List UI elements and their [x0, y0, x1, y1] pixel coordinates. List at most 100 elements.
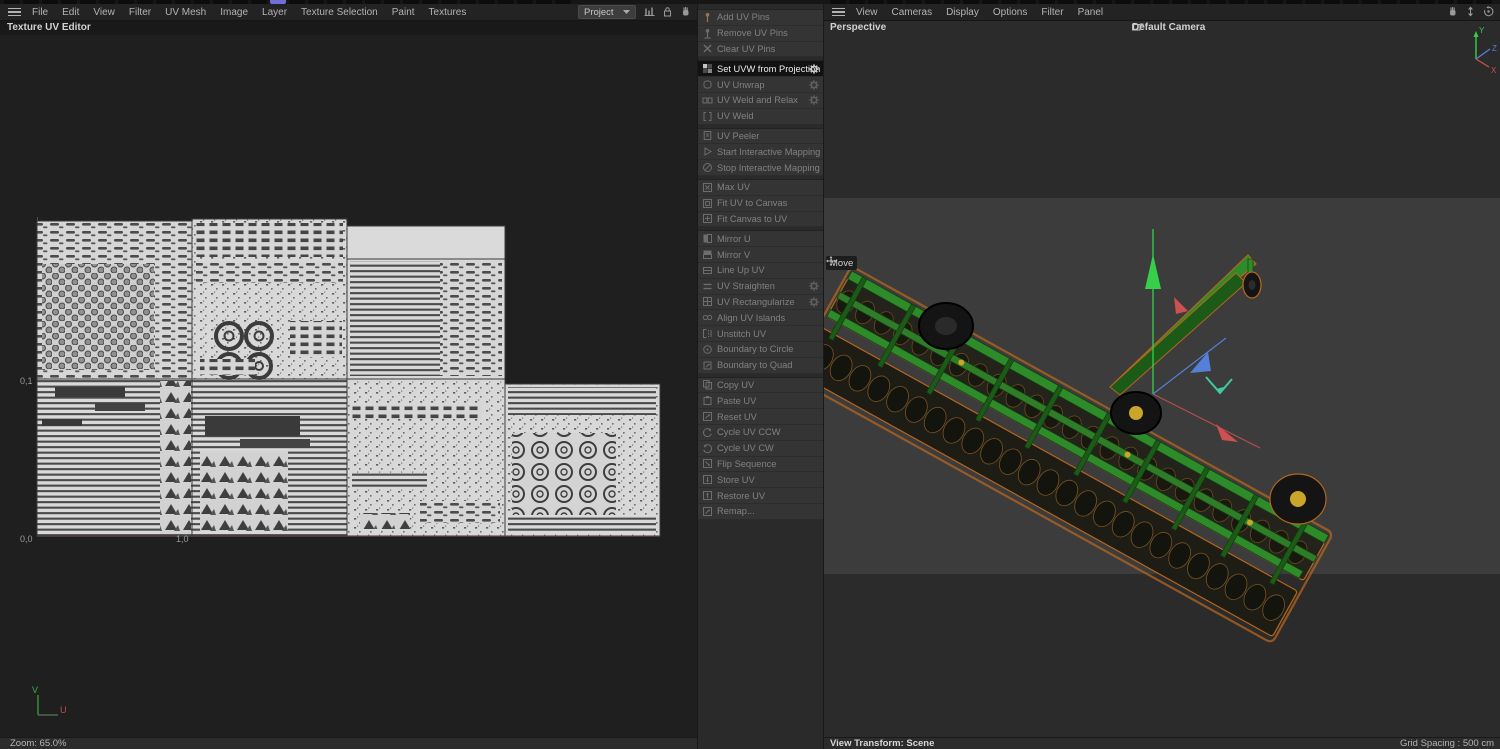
- tool-reset-uv[interactable]: Reset UV: [698, 409, 823, 425]
- tool-add-uv-pins[interactable]: Add UV Pins: [698, 10, 823, 26]
- gear-icon[interactable]: [809, 297, 819, 309]
- texture-uv-editor-pane: Texture UV Editor 0,1 0,0 1,0 V U: [0, 21, 697, 737]
- tool-fit-uv-to-canvas[interactable]: Fit UV to Canvas: [698, 195, 823, 212]
- orbit-icon[interactable]: [1481, 5, 1496, 18]
- cycle-cw-icon: [702, 443, 717, 454]
- tool-label: Boundary to Quad: [717, 360, 793, 371]
- tool-fit-canvas-to-uv[interactable]: Fit Canvas to UV: [698, 211, 823, 228]
- camera-swap-icon: [1132, 23, 1144, 31]
- tool-copy-uv[interactable]: Copy UV: [698, 377, 823, 394]
- tool-label: Mirror V: [717, 249, 751, 260]
- tool-label: UV Weld and Relax: [717, 95, 798, 106]
- tool-label: UV Straighten: [717, 281, 775, 292]
- cycle-ccw-icon: [702, 427, 717, 438]
- tool-uv-straighten[interactable]: UV Straighten: [698, 278, 823, 295]
- tool-label: Fit UV to Canvas: [717, 198, 788, 209]
- project-dropdown-label: Project: [584, 6, 614, 18]
- view-transform-label: View Transform: Scene: [830, 738, 935, 749]
- tool-uv-weld-and-relax[interactable]: UV Weld and Relax: [698, 92, 823, 109]
- axis-x-label: X: [1491, 66, 1497, 75]
- tool-label: Paste UV: [717, 395, 757, 406]
- viewport-view-label[interactable]: Perspective: [830, 22, 886, 33]
- menu-uv-mesh[interactable]: UV Mesh: [158, 7, 213, 18]
- menu-options[interactable]: Options: [986, 7, 1034, 18]
- remap-icon: [702, 506, 717, 517]
- fit-uv-icon: [702, 198, 717, 209]
- tool-start-interactive-mapping[interactable]: Start Interactive Mapping: [698, 144, 823, 161]
- move-cursor-icon: [826, 256, 836, 266]
- uv-layout-canvas[interactable]: [0, 21, 697, 737]
- restore-icon: [702, 490, 717, 501]
- tool-flip-sequence[interactable]: Flip Sequence: [698, 456, 823, 473]
- tool-uv-weld[interactable]: UV Weld: [698, 108, 823, 125]
- menu-view[interactable]: View: [86, 7, 122, 18]
- tool-store-uv[interactable]: Store UV: [698, 472, 823, 489]
- hand-icon[interactable]: [1445, 5, 1460, 18]
- menu-panel[interactable]: Panel: [1071, 7, 1111, 18]
- tool-unstitch-uv[interactable]: Unstitch UV: [698, 326, 823, 342]
- tool-remap[interactable]: Remap...: [698, 503, 823, 520]
- uv-axis-v-label: V: [32, 685, 39, 695]
- menu-texture-selection[interactable]: Texture Selection: [294, 7, 385, 18]
- menu-filter[interactable]: Filter: [122, 7, 158, 18]
- menu-cameras[interactable]: Cameras: [885, 7, 940, 18]
- uv-coord-1-0: 1,0: [176, 534, 189, 544]
- tool-max-uv[interactable]: Max UV: [698, 179, 823, 196]
- tool-boundary-to-quad[interactable]: Boundary to Quad: [698, 357, 823, 374]
- tool-cycle-uv-ccw[interactable]: Cycle UV CCW: [698, 424, 823, 441]
- tool-uv-rectangularize[interactable]: UV Rectangularize: [698, 294, 823, 311]
- uv-axis-gizmo: V U: [26, 685, 74, 723]
- rectangularize-icon: [702, 296, 717, 307]
- lock-icon[interactable]: [660, 5, 675, 18]
- tool-cycle-uv-cw[interactable]: Cycle UV CW: [698, 440, 823, 457]
- tool-mirror-v[interactable]: Mirror V: [698, 247, 823, 263]
- tool-clear-uv-pins[interactable]: Clear UV Pins: [698, 41, 823, 58]
- viewport-statusbar: View Transform: Scene Grid Spacing : 500…: [824, 737, 1500, 749]
- gear-icon[interactable]: [809, 64, 819, 76]
- boundary-circle-icon: [702, 344, 717, 355]
- tool-mirror-u[interactable]: Mirror U: [698, 231, 823, 248]
- tool-restore-uv[interactable]: Restore UV: [698, 488, 823, 504]
- tool-paste-uv[interactable]: Paste UV: [698, 393, 823, 410]
- tool-label: Restore UV: [717, 490, 766, 501]
- tool-stop-interactive-mapping[interactable]: Stop Interactive Mapping: [698, 160, 823, 176]
- tool-align-uv-islands[interactable]: Align UV Islands: [698, 310, 823, 327]
- pin-add-icon: [702, 12, 717, 23]
- menu-image[interactable]: Image: [213, 7, 255, 18]
- menu-paint[interactable]: Paint: [385, 7, 422, 18]
- menu-edit[interactable]: Edit: [55, 7, 86, 18]
- menu-file[interactable]: File: [25, 7, 55, 18]
- tool-line-up-uv[interactable]: Line Up UV: [698, 262, 823, 279]
- tool-uv-peeler[interactable]: UV Peeler: [698, 128, 823, 145]
- menu-textures[interactable]: Textures: [422, 7, 474, 18]
- hamburger-icon[interactable]: [8, 6, 21, 19]
- menu-filter[interactable]: Filter: [1034, 7, 1070, 18]
- histogram-icon[interactable]: [642, 5, 657, 18]
- menu-layer[interactable]: Layer: [255, 7, 294, 18]
- gear-icon[interactable]: [809, 281, 819, 293]
- hand-icon[interactable]: [678, 5, 693, 18]
- vertical-scroll-icon[interactable]: [1463, 5, 1478, 18]
- tool-uv-unwrap[interactable]: UV Unwrap: [698, 77, 823, 93]
- gear-icon[interactable]: [809, 95, 819, 107]
- menu-display[interactable]: Display: [939, 7, 986, 18]
- align-islands-icon: [702, 312, 717, 323]
- viewport-camera-selector[interactable]: Default Camera: [1132, 22, 1205, 33]
- tool-label: Cycle UV CCW: [717, 427, 781, 438]
- hamburger-icon[interactable]: [832, 6, 845, 19]
- tool-boundary-to-circle[interactable]: Boundary to Circle: [698, 341, 823, 358]
- zoom-level: Zoom: 65.0%: [10, 738, 67, 749]
- unwrap-icon: [702, 79, 717, 90]
- fit-canvas-icon: [702, 213, 717, 224]
- perspective-viewport[interactable]: Y Z X Perspective Default Camera Move: [824, 21, 1500, 737]
- uv-tool-panel: Add UV Pins Remove UV Pins Clear UV Pins Se…: [697, 4, 824, 749]
- menu-view[interactable]: View: [849, 7, 885, 18]
- stop-icon: [702, 162, 717, 173]
- projection-grid-icon: [702, 63, 717, 74]
- tool-label: Clear UV Pins: [717, 43, 776, 54]
- project-dropdown[interactable]: Project: [578, 5, 636, 19]
- tool-remove-uv-pins[interactable]: Remove UV Pins: [698, 25, 823, 42]
- tool-label: Fit Canvas to UV: [717, 213, 788, 224]
- gear-icon[interactable]: [809, 80, 819, 92]
- tool-set-uvw-from-projection[interactable]: Set UVW from Projection: [698, 61, 823, 78]
